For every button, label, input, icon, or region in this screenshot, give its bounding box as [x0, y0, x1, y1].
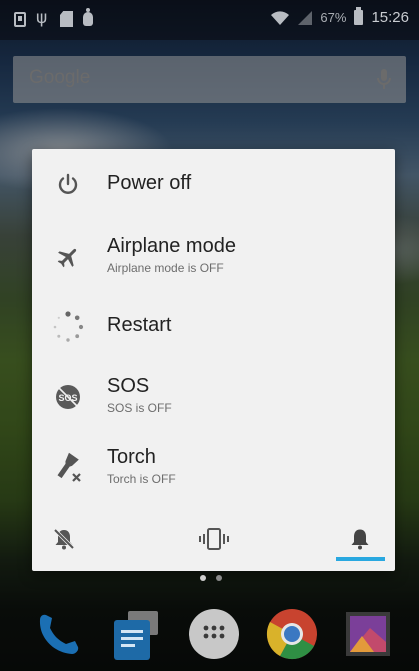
app-dock [0, 600, 419, 671]
status-bar[interactable]: 67% 15:26 [0, 0, 419, 40]
menu-item-title: Restart [107, 314, 172, 336]
wifi-icon [271, 10, 290, 25]
notification-icons [14, 8, 93, 28]
google-search-bar[interactable]: Google [13, 56, 406, 103]
signal-icon [298, 10, 313, 25]
battery-percent: 67% [320, 10, 347, 25]
menu-item-airplane-mode[interactable]: Airplane mode Airplane mode is OFF [32, 227, 395, 287]
mic-icon[interactable] [376, 68, 392, 92]
sos-icon: SOS [52, 381, 84, 413]
vibrate-mode-button[interactable] [184, 517, 244, 561]
menu-item-title: SOS [107, 375, 150, 397]
app-drawer-icon [189, 609, 239, 659]
menu-item-title: Airplane mode [107, 235, 236, 257]
app-drawer[interactable] [186, 606, 242, 662]
chrome-app[interactable] [264, 606, 320, 662]
vibrate-icon [199, 528, 229, 550]
android-debug-icon [83, 8, 93, 26]
clock: 15:26 [371, 9, 409, 26]
bell-icon [351, 529, 369, 550]
sim-card-icon [14, 11, 26, 27]
page-dot-active [200, 575, 206, 581]
system-icons: 67% 15:26 [270, 7, 409, 26]
page-dot [216, 575, 222, 581]
gallery-app[interactable] [340, 606, 396, 662]
selected-mode-indicator [336, 557, 385, 561]
menu-item-subtitle: Airplane mode is OFF [107, 261, 224, 275]
menu-item-subtitle: SOS is OFF [107, 401, 172, 415]
google-search-label: Google [29, 67, 91, 88]
chrome-icon [266, 609, 317, 660]
silent-bell-icon [53, 528, 75, 550]
menu-item-restart[interactable]: Restart [32, 297, 395, 357]
sound-mode-selector [32, 509, 395, 571]
menu-item-subtitle: Torch is OFF [107, 472, 176, 486]
phone-icon [39, 614, 79, 654]
torch-icon [52, 452, 84, 484]
page-indicator [200, 575, 222, 581]
menu-item-torch[interactable]: Torch Torch is OFF [32, 438, 395, 498]
menu-item-title: Torch [107, 446, 156, 468]
silent-mode-button[interactable] [34, 517, 94, 561]
restart-icon [52, 311, 84, 343]
sound-on-mode-button[interactable] [330, 517, 390, 561]
airplane-icon [52, 241, 84, 273]
power-icon [52, 169, 84, 201]
battery-icon [354, 7, 364, 25]
menu-item-sos[interactable]: SOS SOS SOS is OFF [32, 367, 395, 427]
messaging-app[interactable] [108, 606, 164, 662]
phone-app[interactable] [30, 606, 86, 662]
menu-item-title: Power off [107, 172, 192, 194]
menu-item-power-off[interactable]: Power off [32, 155, 395, 215]
messaging-icon [114, 611, 158, 660]
sd-card-icon [60, 11, 73, 27]
power-menu-dialog: Power off Airplane mode Airplane mode is… [32, 149, 395, 571]
gallery-icon [346, 612, 390, 656]
usb-icon [36, 8, 50, 28]
